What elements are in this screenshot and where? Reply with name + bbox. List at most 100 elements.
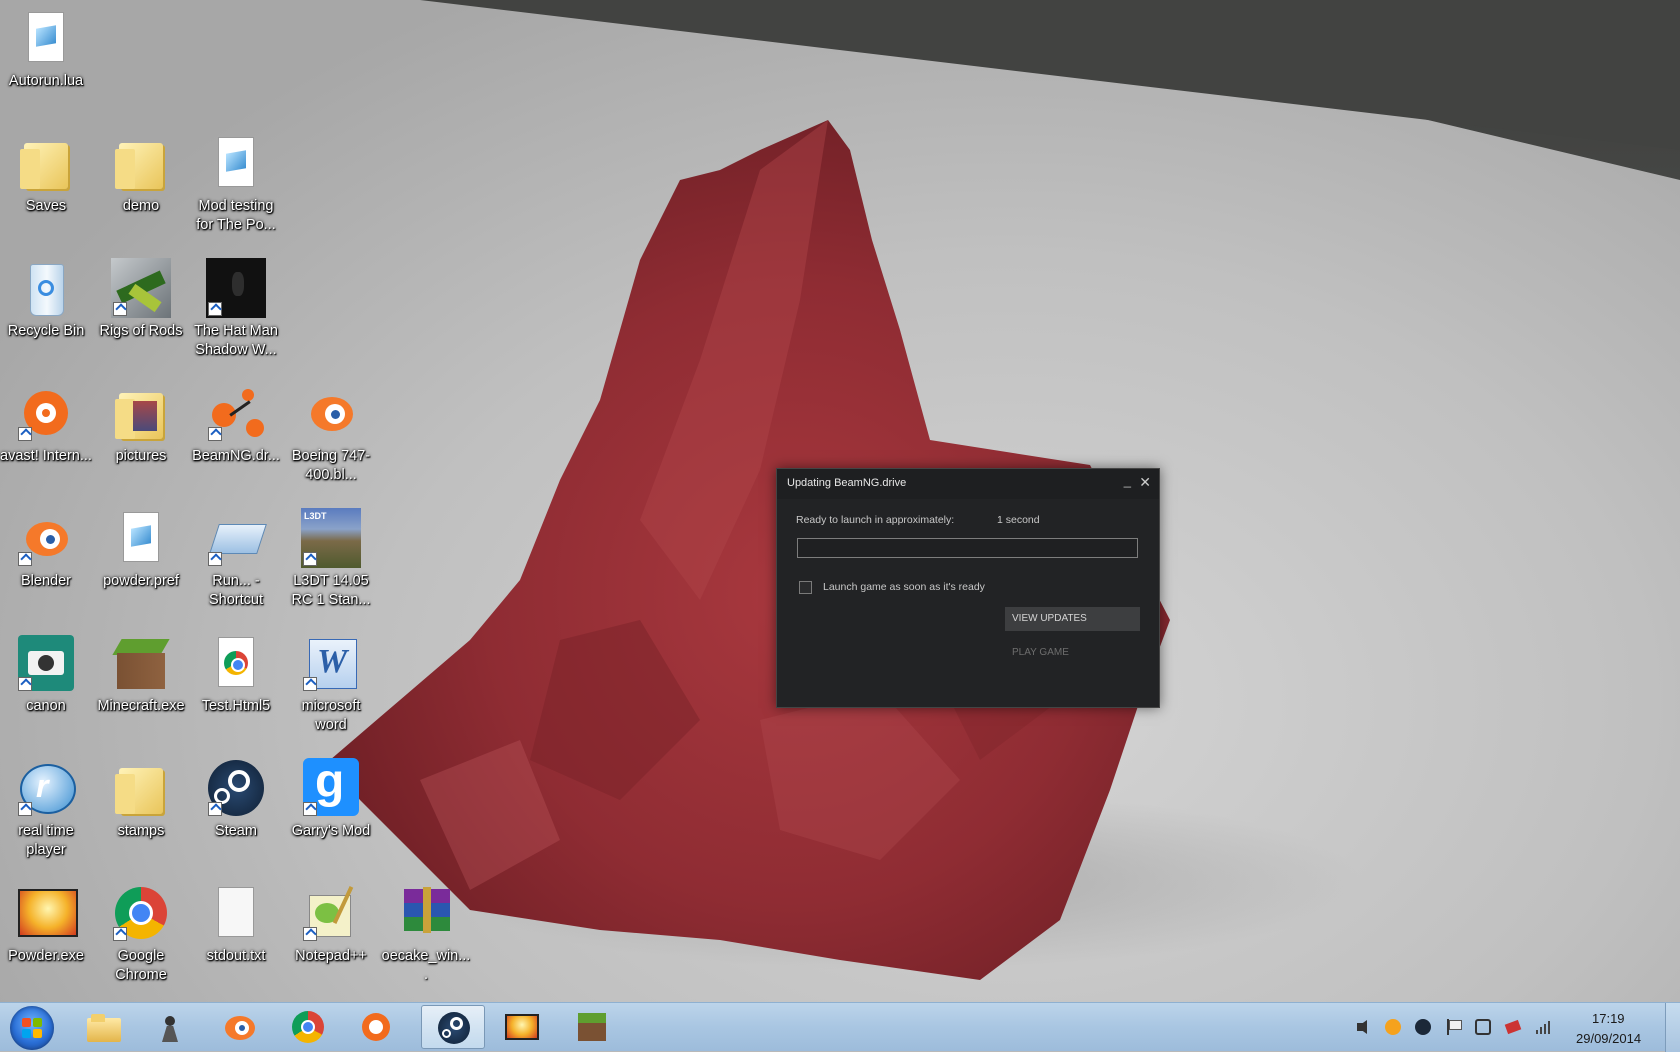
- ready-time: 1 second: [997, 514, 1040, 526]
- update-dialog: Updating BeamNG.drive _ ✕ Ready to launc…: [776, 468, 1160, 708]
- close-button[interactable]: ✕: [1139, 474, 1151, 491]
- powder-icon: [505, 1010, 539, 1044]
- folder-icon: [111, 133, 171, 193]
- network-hub-icon[interactable]: [1474, 1018, 1492, 1036]
- desktop-icon-label: powder.pref: [103, 573, 179, 589]
- desktop-icon-mod-testing[interactable]: Mod testing for The Po...: [190, 133, 282, 235]
- run-icon: [206, 508, 267, 568]
- recycle-bin-icon: [16, 258, 76, 318]
- blender-icon: [223, 1010, 257, 1044]
- garrys-mod-icon: g: [301, 755, 361, 818]
- desktop-icon-label: Powder.exe: [8, 948, 84, 964]
- desktop-icon-avast[interactable]: avast! Intern...: [0, 383, 92, 466]
- clock-time[interactable]: 17:19: [1592, 1011, 1625, 1026]
- desktop-icon-stamps[interactable]: stamps: [95, 758, 187, 841]
- desktop-icon-garrys-mod[interactable]: g Garry's Mod: [285, 755, 377, 841]
- desktop-icon-label: BeamNG.dr...: [192, 448, 280, 464]
- text-file-icon: [206, 883, 266, 943]
- clock-date[interactable]: 29/09/2014: [1576, 1031, 1641, 1046]
- taskbar-chrome[interactable]: [276, 1005, 340, 1049]
- desktop-icon-real-time-player[interactable]: r real time player: [0, 758, 92, 860]
- taskbar-explorer[interactable]: [72, 1005, 136, 1049]
- desktop-icon-blender[interactable]: Blender: [0, 508, 92, 591]
- desktop-icon-label: stamps: [117, 823, 165, 839]
- taskbar-steam[interactable]: [421, 1005, 485, 1049]
- view-updates-button[interactable]: VIEW UPDATES: [1005, 607, 1140, 631]
- ready-label: Ready to launch in approximately:: [796, 514, 955, 526]
- desktop-icon-powder-exe[interactable]: Powder.exe: [0, 883, 92, 966]
- desktop-icon-boeing-blend[interactable]: Boeing 747-400.bl...: [285, 383, 377, 485]
- taskbar: 17:19 29/09/2014: [0, 1002, 1680, 1052]
- launch-when-ready-checkbox[interactable]: [799, 581, 812, 594]
- desktop-icon-label: Notepad++: [295, 948, 367, 964]
- hat-man-icon: [206, 258, 266, 318]
- desktop-icon-canon[interactable]: canon: [0, 633, 92, 716]
- minimize-button[interactable]: _: [1124, 473, 1131, 488]
- desktop-icon-label: Recycle Bin: [7, 323, 85, 339]
- desktop-icon-label: Mod testing for The Po...: [196, 198, 276, 233]
- signal-icon[interactable]: [1534, 1018, 1552, 1036]
- bluetooth-icon[interactable]: [1504, 1018, 1522, 1036]
- desktop-icon-autorun[interactable]: Autorun.lua: [0, 8, 92, 91]
- desktop-icon-label: Test.Html5: [201, 698, 271, 714]
- desktop-icon-label: real time player: [18, 823, 74, 858]
- winrar-archive-icon: [396, 883, 456, 943]
- taskbar-minecraft[interactable]: [560, 1005, 624, 1049]
- realplayer-icon: r: [16, 758, 76, 818]
- beamng-icon: [206, 383, 266, 443]
- minecraft-icon: [111, 633, 171, 693]
- chrome-html-icon: [206, 633, 266, 693]
- desktop-icon-label: Boeing 747-400.bl...: [291, 448, 371, 483]
- desktop-icon-label: Autorun.lua: [8, 73, 84, 89]
- taskbar-powder[interactable]: [490, 1005, 554, 1049]
- desktop-icon-label: oecake_win....: [381, 948, 471, 983]
- desktop-icon-run-shortcut[interactable]: Run... - Shortcut: [190, 508, 282, 610]
- desktop-icon-steam[interactable]: Steam: [190, 758, 282, 841]
- desktop-icon-label: stdout.txt: [206, 948, 266, 964]
- desktop-icon-saves[interactable]: Saves: [0, 133, 92, 216]
- desktop-icon-label: L3DT 14.05 RC 1 Stan...: [291, 573, 371, 608]
- desktop-icon-label: microsoft word: [301, 698, 361, 733]
- desktop-icon-hat-man[interactable]: The Hat Man Shadow W...: [190, 258, 282, 360]
- taskbar-chess[interactable]: [140, 1005, 204, 1049]
- desktop-icon-beamng[interactable]: BeamNG.dr...: [190, 383, 282, 466]
- notepadpp-icon: [301, 883, 361, 943]
- steam-icon: [437, 1011, 471, 1045]
- taskbar-avast[interactable]: [344, 1005, 408, 1049]
- folder-icon: [16, 133, 76, 193]
- desktop-icon-label: avast! Intern...: [0, 448, 92, 464]
- blender-file-icon: [301, 383, 361, 443]
- desktop-icon-rigs-of-rods[interactable]: Rigs of Rods: [95, 258, 187, 341]
- rigs-of-rods-icon: [111, 258, 171, 318]
- desktop-icon-recycle-bin[interactable]: Recycle Bin: [0, 258, 92, 341]
- desktop-icon-label: Steam: [215, 823, 257, 839]
- desktop-icon-label: demo: [122, 198, 160, 214]
- chrome-icon: [111, 883, 171, 943]
- desktop-icon-label: pictures: [115, 448, 167, 464]
- desktop-icon-powder-pref[interactable]: powder.pref: [95, 508, 187, 591]
- desktop-icon-oecake[interactable]: oecake_win....: [380, 883, 472, 985]
- windows-start-icon[interactable]: [10, 1006, 54, 1050]
- desktop-icon-google-chrome[interactable]: Google Chrome: [95, 883, 187, 985]
- desktop-icon-stdout[interactable]: stdout.txt: [190, 883, 282, 966]
- steam-tray-icon[interactable]: [1414, 1018, 1432, 1036]
- show-desktop-button[interactable]: [1665, 1003, 1680, 1052]
- play-game-button[interactable]: PLAY GAME: [1005, 641, 1140, 665]
- desktop-icon-l3dt[interactable]: L3DT L3DT 14.05 RC 1 Stan...: [285, 508, 377, 610]
- avast-icon: [16, 383, 76, 443]
- minecraft-icon: [575, 1010, 609, 1044]
- lua-file-icon: [16, 8, 76, 68]
- dialog-titlebar[interactable]: Updating BeamNG.drive _ ✕: [777, 469, 1159, 499]
- desktop-icon-minecraft[interactable]: Minecraft.exe: [95, 633, 187, 716]
- desktop-icon-demo[interactable]: demo: [95, 133, 187, 216]
- desktop-icon-pictures[interactable]: pictures: [95, 383, 187, 466]
- action-center-flag-icon[interactable]: [1444, 1018, 1462, 1036]
- avast-tray-icon[interactable]: [1384, 1018, 1402, 1036]
- desktop-icon-microsoft-word[interactable]: W microsoft word: [285, 633, 377, 735]
- launch-when-ready-label[interactable]: Launch game as soon as it's ready: [823, 581, 985, 593]
- desktop-icon-notepadpp[interactable]: Notepad++: [285, 883, 377, 966]
- volume-icon[interactable]: [1355, 1018, 1373, 1036]
- document-icon: [111, 508, 171, 568]
- desktop-icon-test-html5[interactable]: Test.Html5: [190, 633, 282, 716]
- taskbar-blender[interactable]: [208, 1005, 272, 1049]
